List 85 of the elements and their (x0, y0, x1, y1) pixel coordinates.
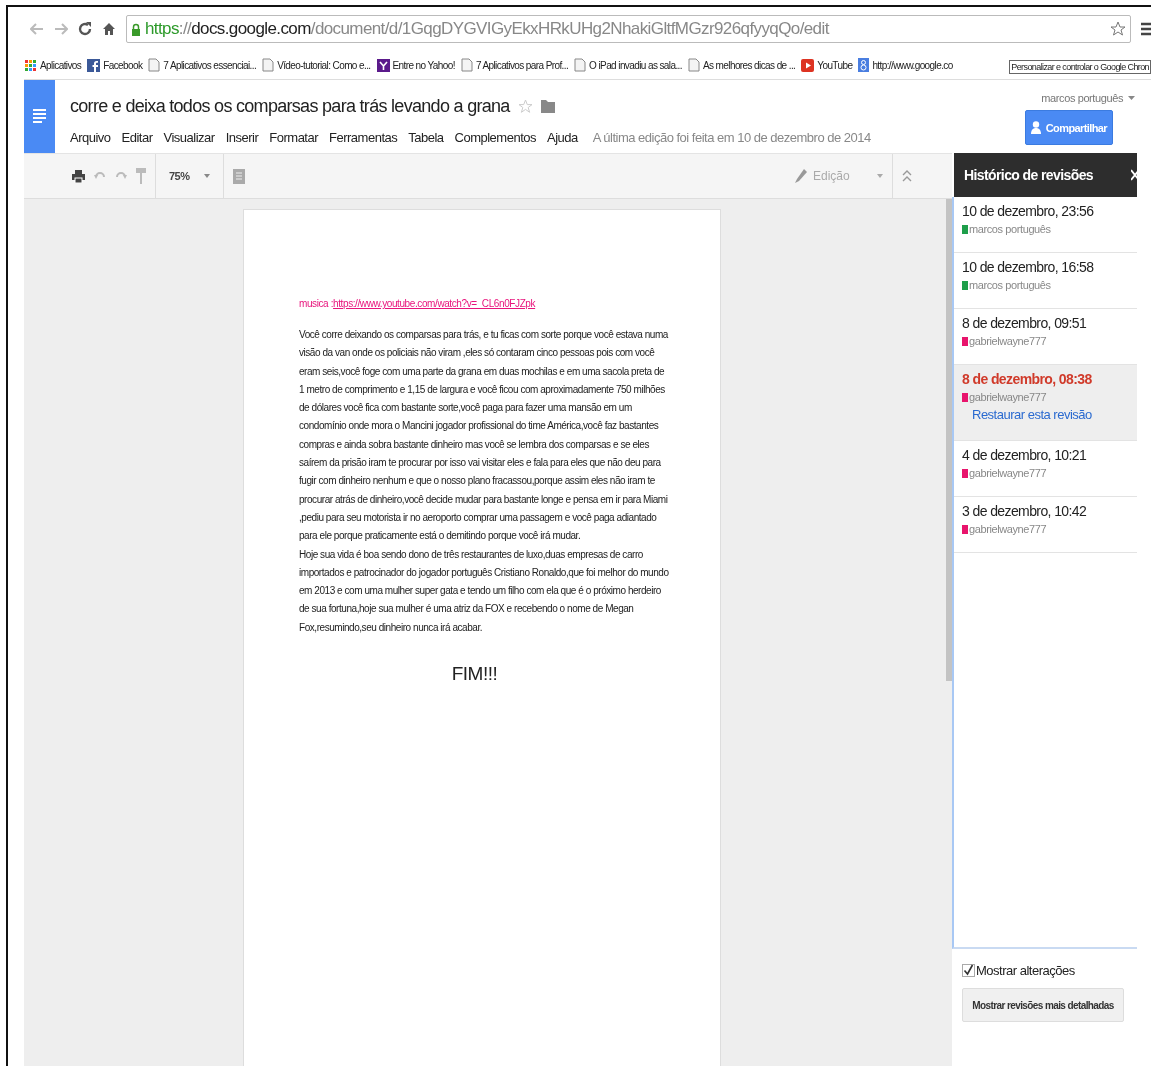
last-edit-link[interactable]: A última edição foi feita em 10 de dezembro de 2014 (592, 130, 871, 145)
person-icon (1030, 121, 1043, 134)
menu-item[interactable]: Inserir (225, 130, 259, 145)
menu-icon[interactable] (1141, 22, 1151, 36)
bookmark[interactable]: Facebook (87, 58, 143, 72)
caret-icon (203, 174, 210, 178)
zoom-dropdown[interactable]: 75% (165, 170, 214, 182)
forward-icon[interactable] (54, 23, 68, 35)
revision-date: 10 de dezembro, 23:56 (962, 203, 1094, 219)
author-name: gabrielwayne777 (969, 391, 1047, 403)
docs-logo-icon[interactable] (24, 80, 55, 153)
comment-icon[interactable] (232, 168, 245, 184)
revision-date: 8 de dezembro, 09:51 (962, 315, 1087, 331)
folder-icon[interactable] (540, 99, 555, 113)
bookmark[interactable]: As melhores dicas de ... (687, 58, 796, 72)
address-field[interactable]: https://docs.google.com/document/d/1GqgDYGVIGyEkxHRkUHg2NhakiGltfMGzr926qfyyqQo/edit (126, 15, 1131, 43)
print-icon[interactable] (72, 169, 85, 183)
bookmark[interactable]: Vídeo-tutorial: Como e... (262, 58, 371, 72)
bookmark[interactable]: Entre no Yahoo! (376, 58, 455, 72)
revision-date: 4 de dezembro, 10:21 (962, 447, 1087, 463)
close-icon[interactable] (1131, 169, 1137, 181)
menu-item[interactable]: Formatar (269, 130, 319, 145)
lock-icon (131, 22, 141, 36)
reload-icon[interactable] (78, 22, 92, 36)
bookmark[interactable]: YouTube (801, 58, 853, 72)
menu-item[interactable]: Editar (121, 130, 153, 145)
paragraph: Você corre deixando os comparsas para trás, e tu ficas com sorte porque você estava numa visão da van onde os policiais não viram ,eles só contaram cinco pessoas pois com você eram seis,você foge com uma parte da grana em duas mochilas e em uma sacola preta de 1 metro de comprimento e 1,15 de largura e você ficou com aproximadamente 750 milhões de dólares você fica com bastante sorte,você paga para fazer uma mansão em um condomínio onde mora o Mancini jogador profissional do time América,você faz bastantes compras e ainda sobra bastante dinheiro mas você se lembra dos comparsas e se eles saírem da prisão iram te procurar por isso vai visitar eles e fala para eles que não deu para fugir com dinheiro nenhum e que o nosso plano fracassou,porque assim eles não iram te procurar atrás de dinheiro,você decide mudar para bastante longe e pensa em ir para Miami ,pediu para seu motorista ir no aeroporto comprar uma passagem e você paga adiantado para ele porque praticamente está o demitindo porque você irá mudar. (299, 328, 670, 544)
menu-item[interactable]: Complementos (454, 130, 536, 145)
checkbox[interactable] (962, 964, 975, 977)
back-icon[interactable] (30, 23, 44, 35)
menu-item[interactable]: Tabela (408, 130, 444, 145)
author-name: gabrielwayne777 (969, 523, 1047, 535)
bookmark[interactable]: Aplicativos (24, 58, 82, 72)
redo-icon[interactable] (115, 171, 127, 181)
star-icon[interactable] (1110, 21, 1126, 37)
author-name: marcos português (969, 279, 1051, 291)
menu-item[interactable]: Ajuda (547, 130, 578, 145)
paragraph: Hoje sua vida é boa sendo dono de três restaurantes de luxo,duas empresas de carro importados e patrocinador do jogador português Cristiano Ronaldo,que foi melhor do mundo em 2013 e com uma mulher super gata e tendo um filho com ela que é o próximo herdeiro de sua fortuna,hoje sua mulher é uma atriz da FOX e recebendo o nome de Megan Fox,resumindo,seu dinheiro nunca irá acabar. (299, 547, 670, 635)
bookmark[interactable]: http://www.google.co (858, 58, 953, 72)
star-icon[interactable] (517, 98, 533, 114)
bookmark[interactable]: 7 Aplicativos essenciai... (148, 58, 257, 72)
apps-grid-icon (24, 58, 37, 72)
bookmark[interactable]: O iPad invadiu as sala... (574, 58, 682, 72)
ending-text: FIM!!! (450, 663, 499, 686)
author-name: gabrielwayne777 (969, 467, 1047, 479)
page-icon (262, 58, 275, 72)
revision-item[interactable]: 10 de dezembro, 23:56 marcos português (954, 197, 1137, 253)
yahoo-icon (376, 58, 390, 72)
restore-link[interactable]: Restaurar esta revisão (972, 407, 1092, 422)
caret-icon (1128, 96, 1135, 100)
account-menu[interactable]: marcos português (1041, 92, 1135, 104)
revision-item[interactable]: 4 de dezembro, 10:21 gabrielwayne777 (954, 441, 1137, 497)
play-icon (801, 58, 815, 72)
caret-icon (877, 174, 883, 178)
home-icon[interactable] (102, 22, 116, 36)
author-name: gabrielwayne777 (969, 335, 1047, 347)
bookmark[interactable]: 7 Aplicativos para Prof... (460, 58, 569, 72)
page-icon (574, 58, 587, 72)
panel-title: Histórico de revisões (964, 167, 1093, 183)
checkbox-label: Mostrar alterações (976, 963, 1075, 978)
document-title[interactable]: corre e deixa todos os comparsas para trás levando a grana (70, 95, 510, 117)
google-icon (858, 58, 870, 72)
revision-item[interactable]: 10 de dezembro, 16:58 marcos português (954, 253, 1137, 309)
page-icon (687, 58, 700, 72)
page-icon (460, 58, 473, 72)
menu-item[interactable]: Ferramentas (329, 130, 398, 145)
music-link[interactable]: https://www.youtube.com/watch?v=_CL6n0FJZpk (333, 298, 536, 309)
author-name: marcos português (969, 223, 1051, 235)
undo-icon[interactable] (94, 171, 106, 181)
menu-item[interactable]: Visualizar (163, 130, 215, 145)
pencil-icon (795, 169, 807, 183)
revision-date: 10 de dezembro, 16:58 (962, 259, 1094, 275)
page-icon (148, 58, 161, 72)
detailed-revisions-button[interactable]: Mostrar revisões mais detalhadas (962, 988, 1124, 1022)
revision-date: 8 de dezembro, 08:38 (962, 371, 1092, 387)
revision-item[interactable]: 3 de dezembro, 10:42 gabrielwayne777 (954, 497, 1137, 553)
scrollbar[interactable] (946, 199, 952, 681)
facebook-icon (87, 58, 101, 72)
revision-date: 3 de dezembro, 10:42 (962, 503, 1087, 519)
menu-item[interactable]: Arquivo (70, 130, 111, 145)
revision-item[interactable]: 8 de dezembro, 08:38 gabrielwayne777 Restaurar esta revisão (954, 365, 1137, 441)
tooltip: Personalizar e controlar o Google Chron (1009, 60, 1151, 74)
music-label: musica : (299, 298, 334, 309)
collapse-icon[interactable] (902, 170, 912, 182)
paint-roller-icon[interactable] (136, 168, 146, 184)
